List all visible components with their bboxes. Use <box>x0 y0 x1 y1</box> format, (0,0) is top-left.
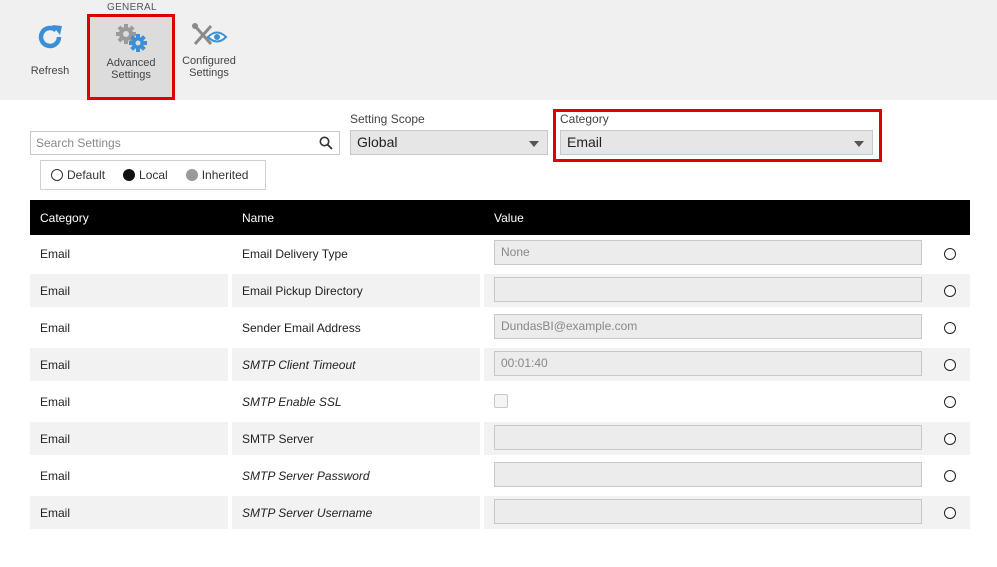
default-circle-icon <box>51 169 63 181</box>
row-category: Email <box>40 395 71 409</box>
configured-settings-label: Configured Settings <box>178 55 240 79</box>
search-icon[interactable] <box>319 136 333 150</box>
advanced-settings-label: Advanced Settings <box>90 57 172 81</box>
table-row: Email SMTP Server Username <box>30 494 970 531</box>
header-value[interactable]: Value <box>494 211 524 225</box>
toolbar: GENERAL Refresh Advanced Settings Config… <box>0 0 997 100</box>
category-select[interactable]: Email <box>560 130 873 155</box>
value-field[interactable]: 00:01:40 <box>494 351 922 376</box>
settings-table: Category Name Value Email Email Delivery… <box>30 200 970 531</box>
reset-default-radio[interactable] <box>944 359 956 371</box>
row-category: Email <box>40 432 71 446</box>
reset-default-radio[interactable] <box>944 470 956 482</box>
group-label-general: GENERAL <box>107 2 157 13</box>
row-setting-name: Email Delivery Type <box>242 247 348 261</box>
table-row: Email SMTP Server Password <box>30 457 970 494</box>
value-field[interactable]: DundasBI@example.com <box>494 314 922 339</box>
setting-scope-value: Global <box>357 134 398 150</box>
table-row: Email SMTP Enable SSL <box>30 383 970 420</box>
gears-icon <box>116 24 147 52</box>
reset-default-radio[interactable] <box>944 322 956 334</box>
table-row: Email SMTP Client Timeout 00:01:40 <box>30 346 970 383</box>
tools-eye-icon <box>192 23 228 45</box>
reset-default-radio[interactable] <box>944 285 956 297</box>
table-row: Email Email Pickup Directory <box>30 272 970 309</box>
setting-scope-label: Setting Scope <box>350 112 425 126</box>
ssl-checkbox[interactable] <box>494 394 508 408</box>
row-category: Email <box>40 321 71 335</box>
table-row: Email Sender Email Address DundasBI@exam… <box>30 309 970 346</box>
chevron-down-icon <box>529 141 539 147</box>
search-box <box>30 131 340 155</box>
reset-default-radio[interactable] <box>944 248 956 260</box>
value-field[interactable] <box>494 462 922 487</box>
row-category: Email <box>40 469 71 483</box>
header-category[interactable]: Category <box>40 211 89 225</box>
configured-label-line2: Settings <box>189 67 229 79</box>
reset-default-radio[interactable] <box>944 507 956 519</box>
advanced-label-line2: Settings <box>111 69 151 81</box>
row-setting-name: SMTP Server Password <box>242 469 370 483</box>
configured-settings-button[interactable]: Configured Settings <box>178 22 240 79</box>
row-category: Email <box>40 247 71 261</box>
advanced-label-line1: Advanced <box>106 57 156 69</box>
legend-default: Default <box>51 168 105 182</box>
header-name[interactable]: Name <box>242 211 274 225</box>
value-field[interactable] <box>494 277 922 302</box>
local-dot-icon <box>123 169 136 181</box>
advanced-settings-button[interactable]: Advanced Settings <box>87 14 175 100</box>
legend-inherited-label: Inherited <box>201 168 249 182</box>
legend-default-label: Default <box>67 168 106 182</box>
value-field[interactable]: None <box>494 240 922 265</box>
legend-local-label: Local <box>139 168 168 182</box>
row-setting-name: SMTP Server Username <box>242 506 373 520</box>
refresh-button[interactable]: Refresh <box>24 22 76 77</box>
row-setting-name: SMTP Client Timeout <box>242 358 356 372</box>
row-setting-name: Email Pickup Directory <box>242 284 363 298</box>
row-setting-name: SMTP Enable SSL <box>242 395 342 409</box>
refresh-icon <box>38 25 62 49</box>
chevron-down-icon <box>854 141 864 147</box>
category-value: Email <box>567 134 603 150</box>
legend-inherited: Inherited <box>185 168 249 182</box>
row-category: Email <box>40 358 71 372</box>
table-header: Category Name Value <box>30 200 970 235</box>
row-setting-name: SMTP Server <box>242 432 314 446</box>
table-body: Email Email Delivery Type None Email Ema… <box>30 235 970 531</box>
value-field[interactable] <box>494 499 922 524</box>
setting-scope-select[interactable]: Global <box>350 130 548 155</box>
table-row: Email Email Delivery Type None <box>30 235 970 272</box>
row-category: Email <box>40 284 71 298</box>
search-input[interactable] <box>31 132 311 154</box>
configured-label-line1: Configured <box>182 55 236 67</box>
row-category: Email <box>40 506 71 520</box>
reset-default-radio[interactable] <box>944 433 956 445</box>
category-label: Category <box>560 112 609 126</box>
inherited-dot-icon <box>185 169 198 181</box>
legend: Default Local Inherited <box>40 160 266 190</box>
reset-default-radio[interactable] <box>944 396 956 408</box>
refresh-label: Refresh <box>30 65 70 77</box>
legend-local: Local <box>123 168 168 182</box>
value-field[interactable] <box>494 425 922 450</box>
row-setting-name: Sender Email Address <box>242 321 361 335</box>
table-row: Email SMTP Server <box>30 420 970 457</box>
